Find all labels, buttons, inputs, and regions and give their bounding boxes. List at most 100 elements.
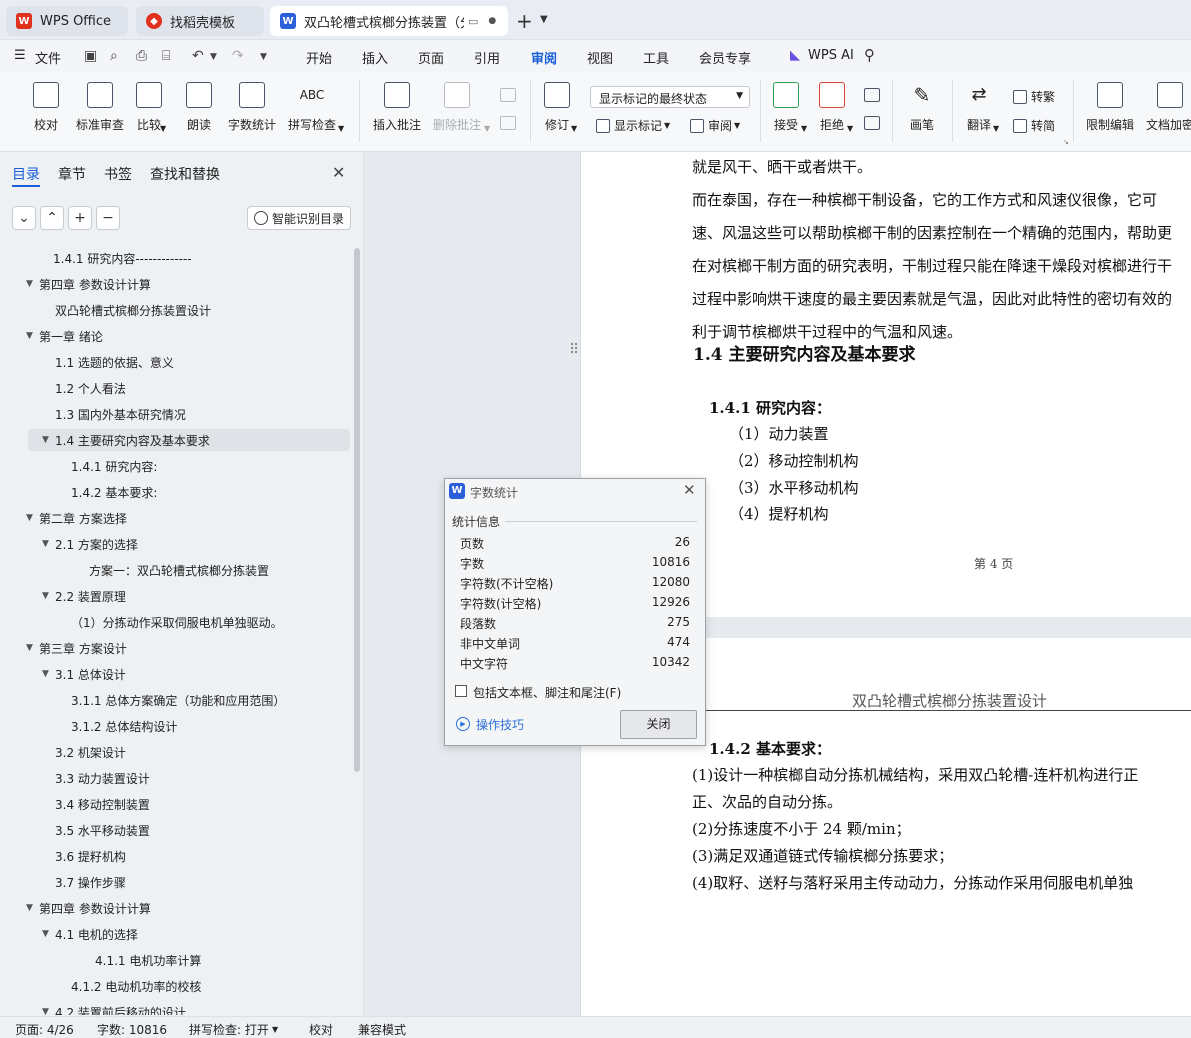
toc-item[interactable]: 3.6 提籽机构 [0,845,350,867]
dialog-launcher-icon[interactable]: ↘ [1063,138,1069,146]
menu-tools[interactable]: 工具 [643,48,669,67]
hamburger-icon[interactable]: ☰ [14,48,26,63]
toc-item[interactable]: ▼ 第二章 方案选择 [0,507,350,529]
include-textbox-checkbox[interactable] [455,685,467,697]
drag-handle-icon[interactable]: ⠿ [569,342,579,358]
spell-dropdown-icon[interactable]: ▼ [272,1025,278,1034]
to-traditional-button[interactable]: 转繁 [1013,88,1055,105]
menu-start[interactable]: 开始 [306,48,332,67]
reject-button[interactable]: 拒绝 [819,82,845,133]
translate-button[interactable]: ⇄ 翻译 [966,82,992,133]
toc-item[interactable]: 3.5 水平移动装置 [0,819,350,841]
review-pane-button[interactable]: 审阅 ▼ [690,117,740,134]
tab-bookmarks[interactable]: 书签 [104,164,132,184]
doc-encrypt-button[interactable]: 文档加密 [1146,82,1191,133]
toc-caret-icon[interactable]: ▼ [42,1007,49,1015]
toc-item[interactable]: ▼ 第一章 绪论 [0,325,350,347]
toc-item[interactable]: ▼ 4.2 装置前后移动的设计 [0,1001,350,1016]
pen-button[interactable]: ✎ 画笔 [909,82,935,133]
toc-item[interactable]: 3.3 动力装置设计 [0,767,350,789]
tab-active-document[interactable]: W 双凸轮槽式槟榔分拣装置（分 ▭ ● [270,6,508,36]
toc-item[interactable]: 3.7 操作步骤 [0,871,350,893]
delete-comment-button[interactable]: 删除批注 [433,82,481,133]
markup-display-select[interactable]: 显示标记的最终状态 ▼ [590,86,750,108]
menu-file[interactable]: 文件 [35,48,61,67]
print-preview-icon[interactable]: ⌸ [162,48,170,64]
spell-check-button[interactable]: ABC 拼写检查 [288,82,336,133]
toc-item[interactable]: ▼ 1.4 主要研究内容及基本要求 [28,429,350,451]
toc-item[interactable]: ▼ 4.1 电机的选择 [0,923,350,945]
toc-item[interactable]: ▼ 2.1 方案的选择 [0,533,350,555]
read-aloud-button[interactable]: 朗读 [186,82,212,133]
print-icon[interactable]: ⎙ [136,48,147,64]
remove-toc-item-button[interactable]: − [96,206,120,230]
toc-item[interactable]: 1.4.1 研究内容: [0,455,350,477]
spell-check-dropdown-icon[interactable]: ▼ [338,124,344,133]
toc-item[interactable]: 1.1 选题的依据、意义 [0,351,350,373]
accept-dropdown-icon[interactable]: ▼ [801,124,807,133]
menu-member[interactable]: 会员专享 [699,48,751,67]
toc-caret-icon[interactable]: ▼ [42,591,49,601]
delete-comment-dropdown-icon[interactable]: ▼ [484,124,490,133]
tab-toc[interactable]: 目录 [12,164,40,184]
toc-scrollbar[interactable] [354,248,360,772]
to-simplified-button[interactable]: 转简 [1013,117,1055,134]
menu-reference[interactable]: 引用 [474,48,500,67]
smart-toc-button[interactable]: 智能识别目录 [247,206,351,230]
menu-view[interactable]: 视图 [587,48,613,67]
toc-caret-icon[interactable]: ▼ [26,643,33,653]
status-words[interactable]: 字数: 10816 [97,1021,167,1038]
next-change-icon[interactable] [864,116,880,130]
toc-caret-icon[interactable]: ▼ [26,279,33,289]
toc-item[interactable]: 4.1.2 电动机功率的校核 [0,975,350,997]
toc-item[interactable]: 1.3 国内外基本研究情况 [0,403,350,425]
add-toc-item-button[interactable]: + [68,206,92,230]
toc-item[interactable]: ▼ 第四章 参数设计计算 [0,897,350,919]
tab-wps-office[interactable]: W WPS Office [6,6,128,36]
toc-caret-icon[interactable]: ▼ [42,435,49,445]
toc-caret-icon[interactable]: ▼ [26,903,33,913]
toc-item[interactable]: 4.1.1 电机功率计算 [0,949,350,971]
redo-icon[interactable]: ↷ [232,48,244,64]
search-icon[interactable]: ⚲ [864,46,875,64]
wps-ai-logo-icon[interactable]: ◣ [790,48,800,63]
status-page[interactable]: 页面: 4/26 [15,1021,74,1038]
toc-caret-icon[interactable]: ▼ [26,513,33,523]
revise-button[interactable]: 修订 [544,82,570,133]
unsaved-dot-icon[interactable]: ● [488,16,496,26]
toc-item[interactable]: 1.4.2 基本要求: [0,481,350,503]
show-markup-button[interactable]: 显示标记 ▼ [596,117,670,134]
close-icon[interactable]: ✕ [683,481,696,499]
toc-item[interactable]: 双凸轮槽式槟榔分拣装置设计 [0,299,350,321]
expand-up-button[interactable]: ⌃ [40,206,64,230]
insert-comment-button[interactable]: 插入批注 [373,82,421,133]
translate-dropdown-icon[interactable]: ▼ [993,124,999,133]
undo-icon[interactable]: ↶ [192,48,204,64]
toc-item[interactable]: 3.4 移动控制装置 [0,793,350,815]
status-spell-check[interactable]: 拼写检查: 打开 [189,1021,269,1038]
toc-caret-icon[interactable]: ▼ [42,669,49,679]
menu-insert[interactable]: 插入 [362,48,388,67]
toc-item[interactable]: （1）分拣动作采取伺服电机单独驱动。 [0,611,350,633]
toc-item[interactable]: ▼ 第四章 参数设计计算 [0,273,350,295]
save-icon[interactable]: ▣ [84,48,97,64]
toc-item[interactable]: 1.2 个人看法 [0,377,350,399]
share-icon[interactable]: ⌕ [110,48,118,64]
tab-docer-templates[interactable]: ◆ 找稻壳模板 [136,6,264,36]
toc-item[interactable]: ▼ 第三章 方案设计 [0,637,350,659]
proofread-button[interactable]: 校对 [33,82,59,133]
accept-button[interactable]: 接受 [773,82,799,133]
next-comment-icon[interactable] [500,116,516,130]
compare-dropdown-icon[interactable]: ▼ [160,124,166,133]
toc-caret-icon[interactable]: ▼ [26,331,33,341]
previous-change-icon[interactable] [864,88,880,102]
more-chevron-icon[interactable]: ▼ [260,52,267,62]
close-dialog-button[interactable]: 关闭 [620,710,697,739]
tips-link[interactable]: 操作技巧 [476,716,524,733]
toc-item[interactable]: 3.1.1 总体方案确定（功能和应用范围） [0,689,350,711]
tab-find-replace[interactable]: 查找和替换 [150,164,220,184]
compare-button[interactable]: 比较 [136,82,162,133]
undo-dropdown-icon[interactable]: ▼ [210,52,217,62]
close-pane-icon[interactable]: ✕ [332,163,345,182]
menu-page[interactable]: 页面 [418,48,444,67]
